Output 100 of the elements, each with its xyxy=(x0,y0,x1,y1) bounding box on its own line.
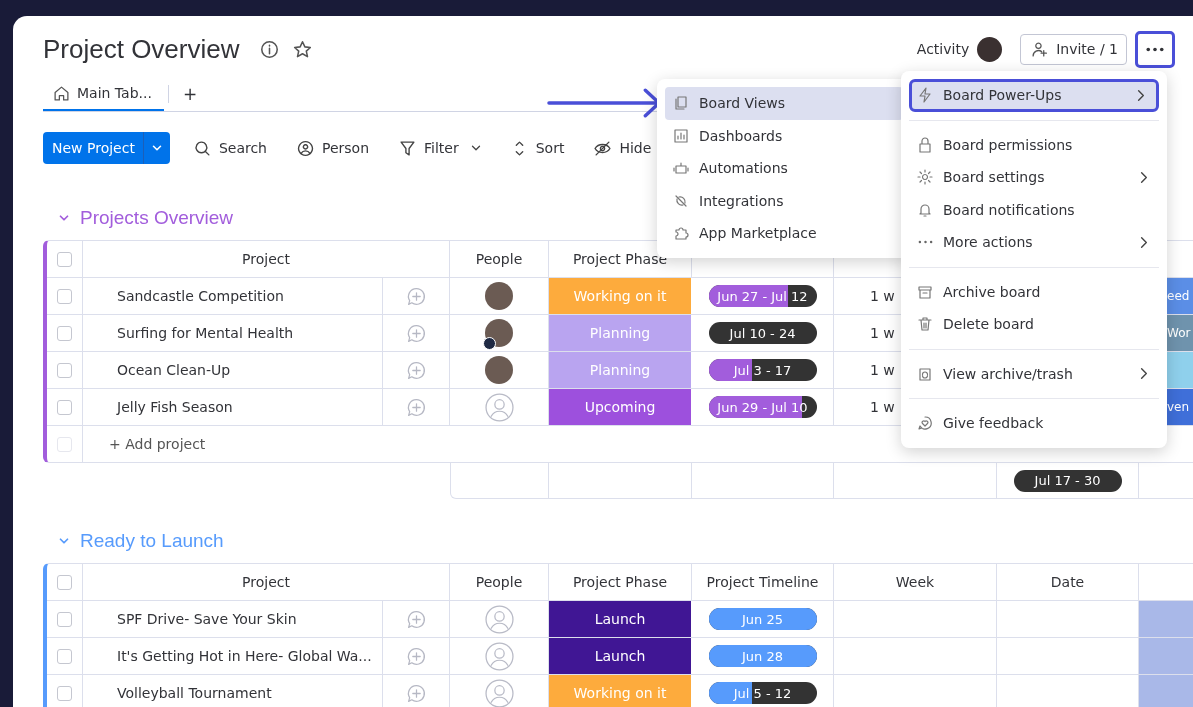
home-badge-icon xyxy=(483,337,496,350)
feedback-icon xyxy=(917,415,933,432)
menu-item[interactable]: Automations xyxy=(665,152,903,185)
filter-button[interactable]: Filter xyxy=(399,139,459,157)
project-name[interactable]: It's Getting Hot in Here- Global Wa... xyxy=(117,648,372,664)
menu-item[interactable]: Board Views xyxy=(665,87,903,120)
menu-item[interactable]: Board settings xyxy=(909,161,1159,194)
menu-item[interactable]: Delete board xyxy=(909,308,1159,341)
date-summary-pill: Jul 17 - 30 xyxy=(1013,469,1122,492)
add-comment-icon[interactable] xyxy=(405,285,427,307)
menu-item[interactable]: Archive board xyxy=(909,275,1159,308)
add-project-link[interactable]: + Add project xyxy=(109,436,206,452)
week-value: 1 w xyxy=(870,399,895,415)
column-header: Week xyxy=(895,574,935,590)
checkbox[interactable] xyxy=(57,574,72,590)
timeline-pill[interactable]: Jul 5 - 12 xyxy=(708,682,817,704)
add-comment-icon[interactable] xyxy=(405,322,427,344)
more-icon xyxy=(1146,46,1164,52)
column-header: Project xyxy=(242,251,290,267)
lock-icon xyxy=(917,136,933,153)
settings-icon xyxy=(917,169,933,186)
status-cell[interactable]: Launch xyxy=(549,638,692,674)
activity-label[interactable]: Activity xyxy=(916,41,970,57)
checkbox[interactable] xyxy=(57,399,72,415)
bolt-icon xyxy=(917,87,933,104)
column-header: Project Phase xyxy=(572,574,668,590)
bell-icon xyxy=(917,201,933,218)
column-header: People xyxy=(475,251,523,267)
menu-item[interactable]: App Marketplace xyxy=(665,217,903,250)
empty-avatar-icon[interactable] xyxy=(484,392,514,422)
empty-avatar-icon[interactable] xyxy=(484,641,514,671)
checkbox[interactable] xyxy=(57,251,72,267)
search-icon xyxy=(193,139,211,157)
project-name[interactable]: Jelly Fish Season xyxy=(117,399,233,415)
add-tab-button[interactable]: + xyxy=(178,84,202,104)
column-header: Date xyxy=(1050,574,1085,590)
invite-button[interactable]: Invite / 1 xyxy=(1020,33,1127,65)
trash-icon xyxy=(917,316,933,333)
add-comment-icon[interactable] xyxy=(405,645,427,667)
add-person-icon xyxy=(1031,40,1049,58)
copy-icon xyxy=(673,95,689,112)
more-button[interactable] xyxy=(1135,30,1175,68)
search-button[interactable]: Search xyxy=(193,139,267,157)
add-comment-icon[interactable] xyxy=(405,682,427,704)
checkbox[interactable] xyxy=(57,362,72,378)
person-icon xyxy=(297,139,314,157)
project-name[interactable]: Ocean Clean-Up xyxy=(117,362,231,378)
menu-item[interactable]: Board permissions xyxy=(909,128,1159,161)
star-icon[interactable] xyxy=(292,39,312,59)
avatar-placeholder[interactable] xyxy=(485,319,513,347)
project-name[interactable]: Volleyball Tournament xyxy=(117,685,272,701)
column-header: Project xyxy=(242,574,290,590)
eye-slash-icon xyxy=(594,139,612,157)
checkbox[interactable] xyxy=(57,325,72,341)
hide-button[interactable]: Hide xyxy=(594,139,652,157)
home-icon xyxy=(53,84,70,102)
status-cell[interactable]: Upcoming xyxy=(549,389,692,425)
week-value: 1 w xyxy=(870,325,895,341)
column-header: Project Timeline xyxy=(706,574,819,590)
add-comment-icon[interactable] xyxy=(405,608,427,630)
avatar-placeholder[interactable] xyxy=(485,282,513,310)
project-name[interactable]: Sandcastle Competition xyxy=(117,288,284,304)
puzzle-icon xyxy=(673,225,689,242)
timeline-pill[interactable]: Jul 10 - 24 xyxy=(708,322,817,344)
tab[interactable]: Main Tab... xyxy=(43,77,164,111)
checkbox[interactable] xyxy=(57,685,72,701)
menu-item[interactable]: Integrations xyxy=(665,184,903,217)
project-name[interactable]: Surfing for Mental Health xyxy=(117,325,294,341)
menu-item[interactable]: Board Power-Ups xyxy=(909,79,1159,112)
add-comment-icon[interactable] xyxy=(405,396,427,418)
project-name[interactable]: SPF Drive- Save Your Skin xyxy=(117,611,297,627)
avatar-placeholder[interactable] xyxy=(485,356,513,384)
column-header: People xyxy=(475,574,523,590)
filter-icon xyxy=(399,139,417,157)
avatar-placeholder[interactable] xyxy=(977,36,1003,62)
robot-icon xyxy=(673,160,689,177)
person-button[interactable]: Person xyxy=(297,139,370,157)
menu-item[interactable]: Board notifications xyxy=(909,193,1159,226)
column-header: Project Phase xyxy=(572,251,668,267)
add-comment-icon[interactable] xyxy=(405,359,427,381)
menu-item[interactable]: View archive/trash xyxy=(909,357,1159,390)
status-cell[interactable]: Launch xyxy=(549,601,692,637)
more-icon xyxy=(917,240,933,245)
menu-item[interactable]: Dashboards xyxy=(665,119,903,152)
empty-avatar-icon[interactable] xyxy=(484,604,514,634)
checkbox[interactable] xyxy=(57,288,72,304)
archive-icon xyxy=(917,283,933,300)
menu-item[interactable]: More actions xyxy=(909,226,1159,259)
timeline-pill[interactable]: Jun 27 - Jul 12 xyxy=(708,285,817,307)
week-value: 1 w xyxy=(870,362,895,378)
checkbox[interactable] xyxy=(57,648,72,664)
timeline-pill[interactable]: Jul 3 - 17 xyxy=(708,359,817,381)
checkbox[interactable] xyxy=(57,611,72,627)
empty-avatar-icon[interactable] xyxy=(484,678,514,707)
board-title: Project Overview xyxy=(43,33,240,65)
info-icon[interactable] xyxy=(259,39,279,59)
menu-item[interactable]: Give feedback xyxy=(909,407,1159,440)
chart-icon xyxy=(673,127,689,144)
sort-button[interactable]: Sort xyxy=(510,139,565,157)
group-title[interactable]: Projects Overview xyxy=(80,207,234,229)
